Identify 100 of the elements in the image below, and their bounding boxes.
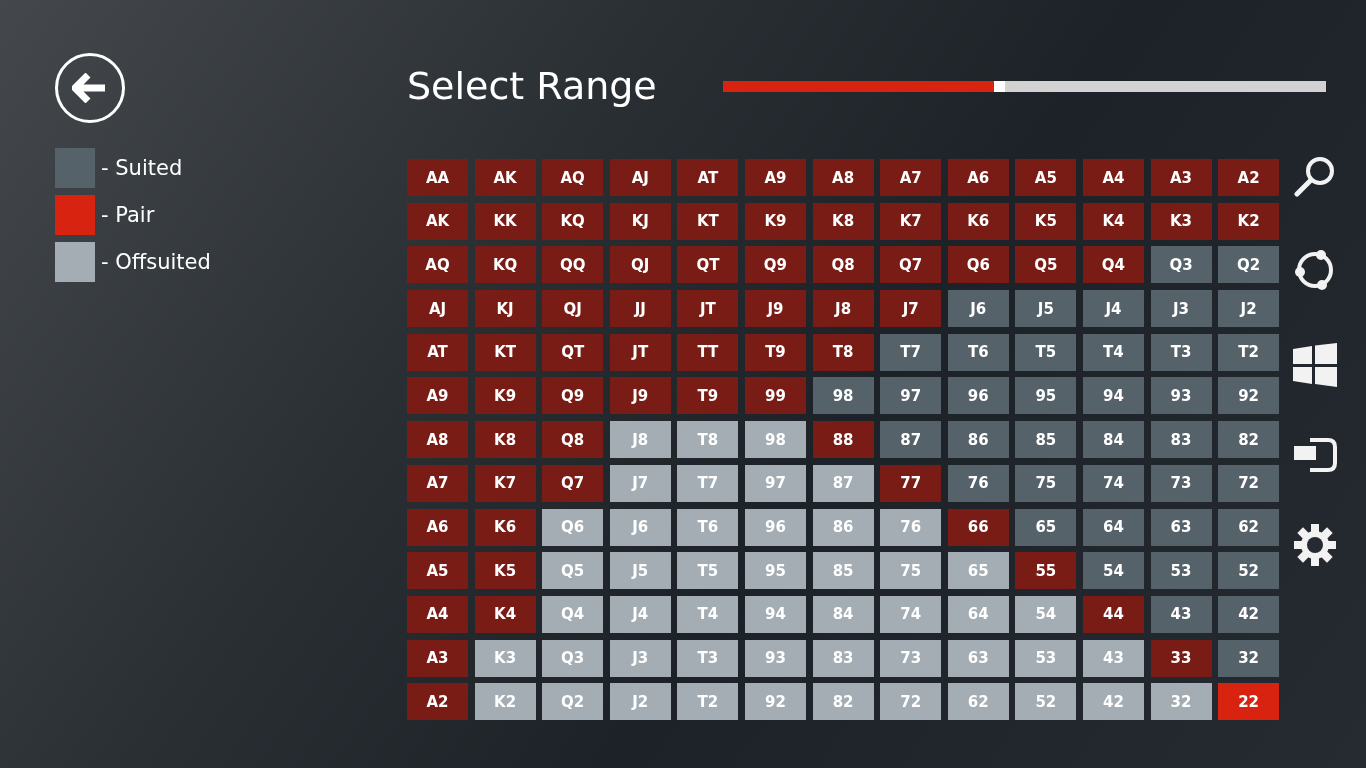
hand-cell[interactable]: KQ bbox=[542, 202, 604, 240]
hand-cell[interactable]: 99 bbox=[744, 377, 806, 415]
hand-cell[interactable]: AJ bbox=[407, 290, 468, 328]
hand-cell[interactable]: A2 bbox=[407, 683, 468, 721]
hand-cell[interactable]: 54 bbox=[1082, 552, 1144, 590]
hand-cell[interactable]: 94 bbox=[1082, 377, 1144, 415]
hand-cell[interactable]: Q8 bbox=[812, 246, 874, 284]
hand-cell[interactable]: Q9 bbox=[542, 377, 604, 415]
hand-cell[interactable]: K7 bbox=[880, 202, 942, 240]
hand-cell[interactable]: K8 bbox=[812, 202, 874, 240]
hand-cell[interactable]: 75 bbox=[1015, 464, 1077, 502]
hand-cell[interactable]: 32 bbox=[1218, 639, 1280, 677]
hand-cell[interactable]: 96 bbox=[947, 377, 1009, 415]
hand-cell[interactable]: 44 bbox=[1082, 595, 1144, 633]
hand-cell[interactable]: 64 bbox=[1082, 508, 1144, 546]
hand-cell[interactable]: T2 bbox=[1218, 333, 1280, 371]
hand-cell[interactable]: AK bbox=[474, 159, 536, 196]
hand-cell[interactable]: 42 bbox=[1218, 595, 1280, 633]
hand-cell[interactable]: A8 bbox=[812, 159, 874, 196]
hand-cell[interactable]: J8 bbox=[812, 290, 874, 328]
hand-cell[interactable]: A4 bbox=[407, 595, 468, 633]
hand-cell[interactable]: K4 bbox=[1082, 202, 1144, 240]
hand-cell[interactable]: 55 bbox=[1015, 552, 1077, 590]
hand-cell[interactable]: J6 bbox=[947, 290, 1009, 328]
hand-cell[interactable]: K5 bbox=[474, 552, 536, 590]
hand-cell[interactable]: A9 bbox=[407, 377, 468, 415]
hand-cell[interactable]: Q7 bbox=[542, 464, 604, 502]
hand-cell[interactable]: A4 bbox=[1082, 159, 1144, 196]
hand-cell[interactable]: A6 bbox=[407, 508, 468, 546]
hand-cell[interactable]: 87 bbox=[880, 421, 942, 459]
hand-cell[interactable]: QQ bbox=[542, 246, 604, 284]
hand-cell[interactable]: 43 bbox=[1150, 595, 1212, 633]
hand-cell[interactable]: A8 bbox=[407, 421, 468, 459]
hand-cell[interactable]: J4 bbox=[1082, 290, 1144, 328]
hand-cell[interactable]: AA bbox=[407, 159, 468, 196]
hand-cell[interactable]: KT bbox=[474, 333, 536, 371]
hand-cell[interactable]: K5 bbox=[1015, 202, 1077, 240]
hand-cell[interactable]: J9 bbox=[744, 290, 806, 328]
hand-cell[interactable]: JT bbox=[609, 333, 671, 371]
hand-cell[interactable]: KJ bbox=[474, 290, 536, 328]
devices-icon[interactable] bbox=[1292, 437, 1338, 473]
hand-cell[interactable]: T7 bbox=[880, 333, 942, 371]
hand-cell[interactable]: K9 bbox=[744, 202, 806, 240]
hand-cell[interactable]: J3 bbox=[1150, 290, 1212, 328]
hand-cell[interactable]: T6 bbox=[947, 333, 1009, 371]
hand-cell[interactable]: 33 bbox=[1150, 639, 1212, 677]
hand-cell[interactable]: T9 bbox=[677, 377, 739, 415]
hand-cell[interactable]: AJ bbox=[609, 159, 671, 196]
hand-cell[interactable]: A7 bbox=[880, 159, 942, 196]
hand-cell[interactable]: J7 bbox=[880, 290, 942, 328]
hand-cell[interactable]: 62 bbox=[1218, 508, 1280, 546]
hand-cell[interactable]: 93 bbox=[1150, 377, 1212, 415]
hand-cell[interactable]: J2 bbox=[1218, 290, 1280, 328]
hand-cell[interactable]: T3 bbox=[1150, 333, 1212, 371]
hand-cell[interactable]: 22 bbox=[1218, 683, 1280, 721]
hand-cell[interactable]: 63 bbox=[1150, 508, 1212, 546]
hand-cell[interactable]: QJ bbox=[542, 290, 604, 328]
hand-cell[interactable]: 92 bbox=[1218, 377, 1280, 415]
hand-cell[interactable]: 53 bbox=[1150, 552, 1212, 590]
hand-cell[interactable]: 95 bbox=[1015, 377, 1077, 415]
hand-cell[interactable]: T9 bbox=[744, 333, 806, 371]
hand-cell[interactable]: Q7 bbox=[880, 246, 942, 284]
hand-cell[interactable]: KK bbox=[474, 202, 536, 240]
hand-cell[interactable]: Q4 bbox=[1082, 246, 1144, 284]
hand-cell[interactable]: 98 bbox=[812, 377, 874, 415]
hand-cell[interactable]: 86 bbox=[947, 421, 1009, 459]
hand-cell[interactable]: K9 bbox=[474, 377, 536, 415]
hand-cell[interactable]: AQ bbox=[542, 159, 604, 196]
hand-cell[interactable]: QJ bbox=[609, 246, 671, 284]
hand-cell[interactable]: A3 bbox=[407, 639, 468, 677]
hand-cell[interactable]: 97 bbox=[880, 377, 942, 415]
hand-cell[interactable]: Q2 bbox=[1218, 246, 1280, 284]
hand-cell[interactable]: 85 bbox=[1015, 421, 1077, 459]
hand-cell[interactable]: KQ bbox=[474, 246, 536, 284]
hand-cell[interactable]: 52 bbox=[1218, 552, 1280, 590]
hand-cell[interactable]: AT bbox=[677, 159, 739, 196]
hand-cell[interactable]: 74 bbox=[1082, 464, 1144, 502]
hand-cell[interactable]: 82 bbox=[1218, 421, 1280, 459]
hand-cell[interactable]: K8 bbox=[474, 421, 536, 459]
hand-cell[interactable]: K6 bbox=[474, 508, 536, 546]
hand-cell[interactable]: AQ bbox=[407, 246, 468, 284]
hand-cell[interactable]: A5 bbox=[407, 552, 468, 590]
hand-cell[interactable]: 76 bbox=[947, 464, 1009, 502]
hand-cell[interactable]: J9 bbox=[609, 377, 671, 415]
hand-cell[interactable]: T8 bbox=[812, 333, 874, 371]
hand-cell[interactable]: 72 bbox=[1218, 464, 1280, 502]
back-button[interactable] bbox=[55, 53, 125, 123]
hand-cell[interactable]: K4 bbox=[474, 595, 536, 633]
hand-cell[interactable]: K6 bbox=[947, 202, 1009, 240]
hand-cell[interactable]: 88 bbox=[812, 421, 874, 459]
hand-cell[interactable]: TT bbox=[677, 333, 739, 371]
hand-cell[interactable]: A9 bbox=[744, 159, 806, 196]
hand-cell[interactable]: K2 bbox=[1218, 202, 1280, 240]
hand-cell[interactable]: QT bbox=[542, 333, 604, 371]
hand-cell[interactable]: T5 bbox=[1015, 333, 1077, 371]
hand-cell[interactable]: Q5 bbox=[1015, 246, 1077, 284]
hand-cell[interactable]: JT bbox=[677, 290, 739, 328]
hand-cell[interactable]: 77 bbox=[880, 464, 942, 502]
hand-cell[interactable]: K7 bbox=[474, 464, 536, 502]
hand-cell[interactable]: J5 bbox=[1015, 290, 1077, 328]
